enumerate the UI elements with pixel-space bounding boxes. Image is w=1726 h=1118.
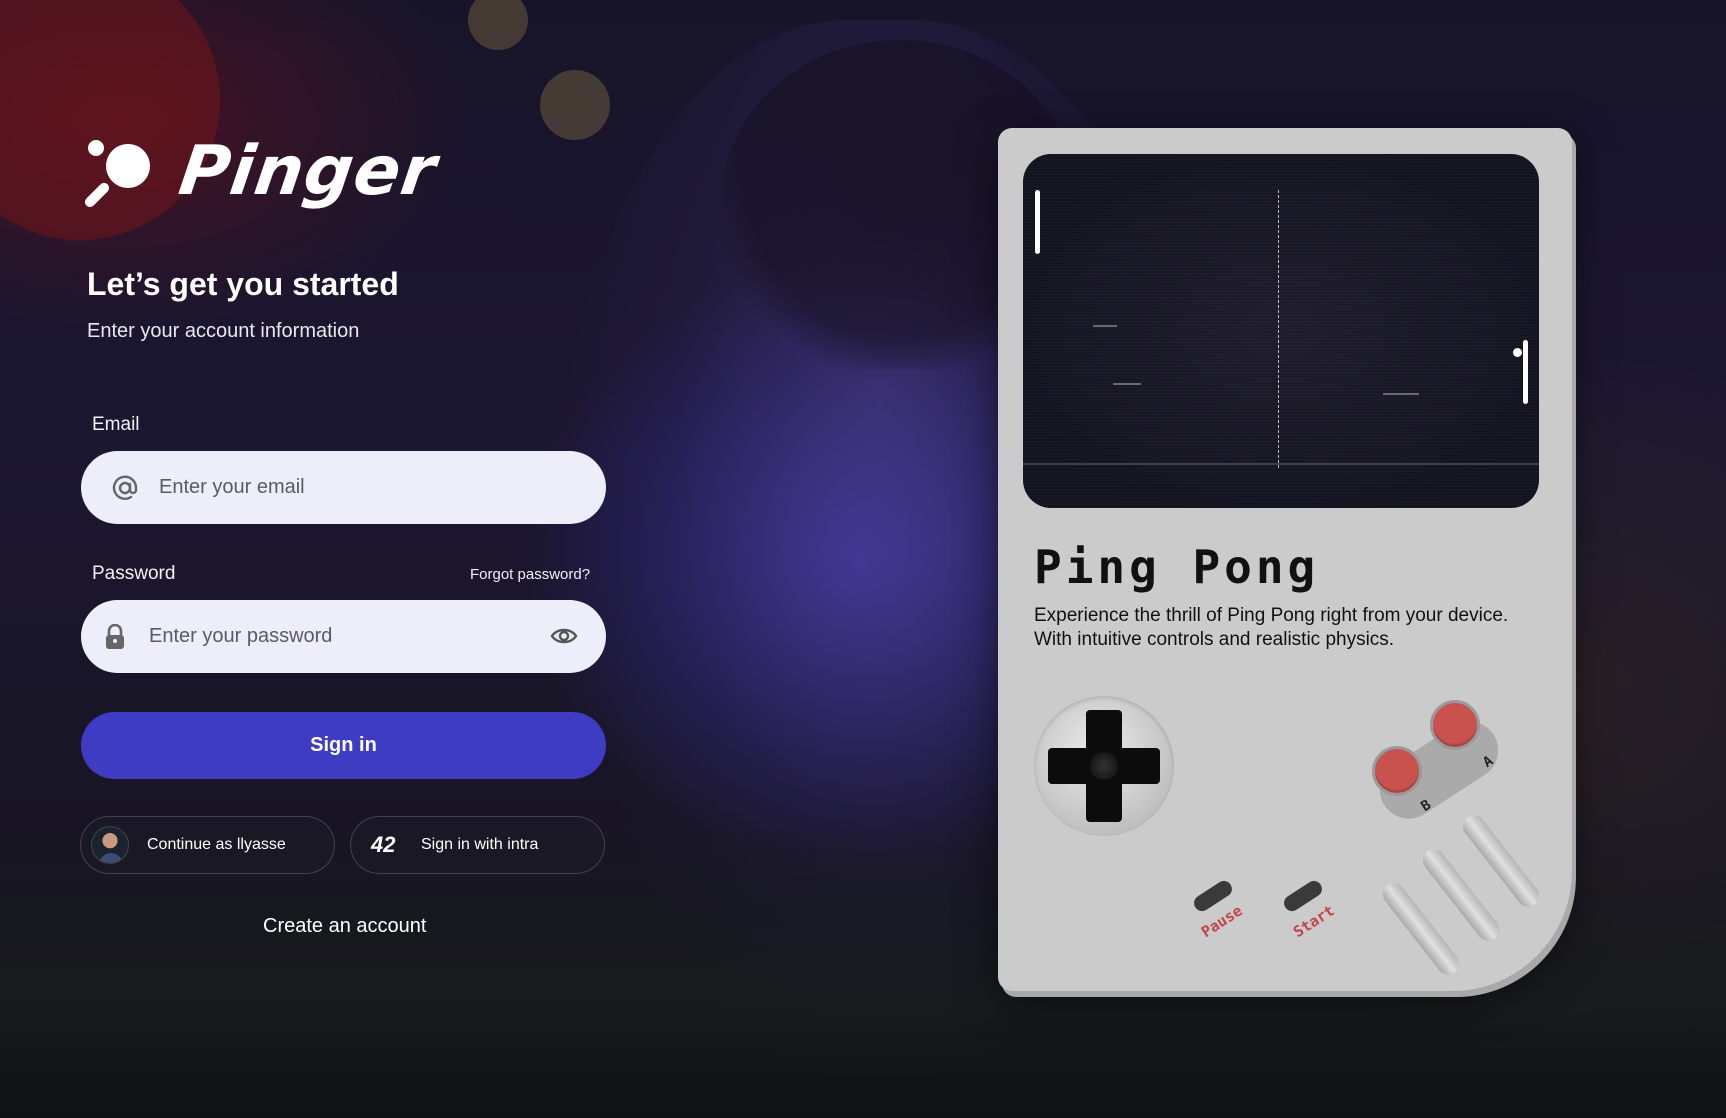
- game-description-line: With intuitive controls and realistic ph…: [1034, 629, 1395, 650]
- left-paddle: [1035, 190, 1040, 254]
- ping-pong-paddle-icon: [84, 139, 150, 207]
- avatar: [91, 826, 129, 864]
- dpad[interactable]: [1034, 696, 1174, 836]
- screen-noise: [1113, 383, 1141, 385]
- continue-as-label: Continue as llyasse: [147, 836, 286, 853]
- dpad-center: [1090, 752, 1118, 780]
- game-ball: [1513, 348, 1522, 357]
- sign-in-intra-button[interactable]: 42 Sign in with intra: [350, 816, 605, 874]
- game-description: Experience the thrill of Ping Pong right…: [1034, 604, 1534, 652]
- screen-noise: [1023, 463, 1539, 465]
- continue-as-user-button[interactable]: Continue as llyasse: [80, 816, 335, 874]
- game-title: Ping Pong: [1034, 540, 1320, 594]
- sign-in-intra-label: Sign in with intra: [421, 836, 539, 853]
- brand-name: Pinger: [174, 132, 442, 211]
- game-screen[interactable]: [1023, 154, 1539, 508]
- net-line: [1278, 190, 1279, 468]
- create-account-link[interactable]: Create an account: [263, 915, 426, 938]
- email-field-container[interactable]: [81, 451, 606, 524]
- b-button[interactable]: [1372, 746, 1422, 796]
- eye-icon[interactable]: [550, 622, 578, 655]
- right-paddle: [1523, 340, 1528, 404]
- page-subtitle: Enter your account information: [87, 320, 360, 342]
- at-icon: [95, 475, 155, 501]
- game-description-line: Experience the thrill of Ping Pong right…: [1034, 605, 1509, 626]
- screen-noise: [1383, 393, 1419, 395]
- password-label: Password: [92, 563, 176, 584]
- intra-42-logo-icon: 42: [371, 832, 396, 857]
- password-field-container[interactable]: [81, 600, 606, 673]
- game-console-card: Ping Pong Experience the thrill of Ping …: [998, 128, 1572, 991]
- a-button[interactable]: [1430, 700, 1480, 750]
- email-input[interactable]: [159, 476, 539, 499]
- sign-in-button[interactable]: Sign in: [81, 712, 606, 779]
- lock-icon: [85, 623, 145, 650]
- forgot-password-link[interactable]: Forgot password?: [470, 566, 590, 583]
- password-input[interactable]: [149, 625, 529, 648]
- brand-logo: Pinger: [84, 132, 441, 211]
- screen-noise: [1093, 325, 1117, 327]
- page-title: Let’s get you started: [87, 266, 399, 302]
- email-label: Email: [92, 414, 140, 435]
